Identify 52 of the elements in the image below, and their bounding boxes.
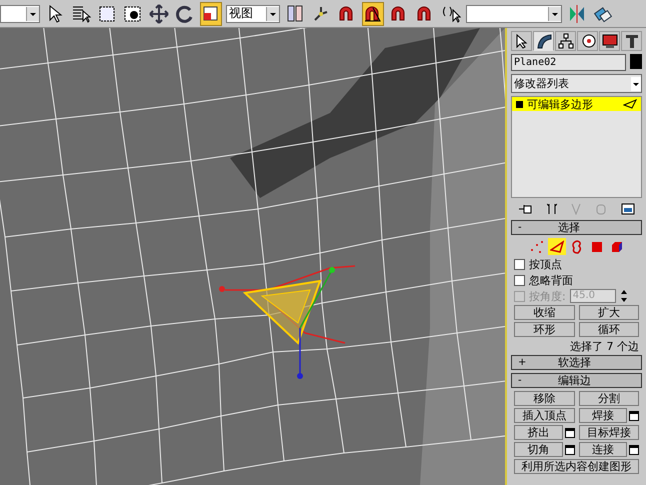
panel-button[interactable]: 扩大 — [578, 305, 639, 320]
panel-button[interactable]: 插入顶点 — [514, 408, 574, 423]
configure-sets-icon[interactable] — [620, 203, 635, 215]
show-end-result-icon[interactable] — [546, 203, 557, 215]
rollout-header[interactable]: - 选择 — [511, 220, 642, 235]
settings-icon[interactable] — [629, 410, 639, 420]
panel-button[interactable]: 分割 — [578, 391, 639, 406]
pin-stack-icon[interactable] — [518, 203, 532, 215]
panel-button[interactable]: 循环 — [578, 322, 639, 337]
checkbox-label: 忽略背面 — [529, 272, 573, 288]
move-tool-icon[interactable] — [148, 2, 170, 26]
dropdown[interactable]: 视图 — [226, 4, 280, 22]
hierarchy-tab-icon[interactable] — [555, 31, 576, 51]
panel-button[interactable]: 切角 — [514, 442, 562, 457]
settings-icon[interactable] — [564, 444, 574, 454]
utilities-tab-icon[interactable] — [621, 31, 642, 51]
panel-button[interactable]: 收缩 — [514, 305, 574, 320]
remove-modifier-icon — [596, 203, 606, 215]
object-name-field[interactable]: Plane02 — [511, 54, 626, 71]
dropdown[interactable] — [466, 4, 562, 22]
dropdown[interactable] — [0, 4, 40, 22]
selection-status-text: 选择了 7 个边 — [569, 339, 639, 352]
stack-item[interactable]: 可编辑多边形 — [512, 97, 641, 111]
rollout-header[interactable]: + 软选择 — [511, 355, 642, 370]
checkbox[interactable] — [514, 258, 525, 270]
panel-button[interactable]: 连接 — [578, 442, 627, 457]
spinner-arrows-icon[interactable] — [620, 289, 628, 303]
edge-level-icon[interactable] — [548, 238, 566, 255]
panel-button[interactable]: 环形 — [514, 322, 574, 337]
panel-button[interactable]: 挤出 — [514, 425, 562, 440]
settings-icon[interactable] — [629, 444, 639, 454]
rollout-header[interactable]: - 编辑边 — [511, 373, 642, 388]
mesh-drawing[interactable] — [0, 28, 505, 485]
modify-tab-icon[interactable] — [533, 31, 554, 51]
triangle-icon — [623, 99, 637, 109]
checkbox-label: 按顶点 — [529, 256, 562, 272]
motion-tab-icon[interactable] — [577, 31, 598, 51]
object-color-swatch[interactable] — [630, 54, 642, 69]
modifier-list-dropdown[interactable]: 修改器列表 — [511, 74, 642, 93]
display-tab-icon[interactable] — [599, 31, 620, 51]
create-tab-icon[interactable] — [511, 31, 532, 51]
angle-snap-tool-icon[interactable] — [362, 2, 384, 26]
panel-button[interactable]: 焊接 — [578, 408, 627, 423]
checkbox[interactable] — [514, 274, 525, 286]
panel-button[interactable]: 目标焊接 — [578, 425, 639, 440]
settings-icon[interactable] — [564, 428, 574, 438]
panel-button[interactable]: 移除 — [514, 391, 574, 406]
transform-gizmo-drawing[interactable] — [219, 265, 356, 379]
window-tool-icon[interactable] — [200, 2, 222, 26]
checkbox-label: 按角度: — [529, 288, 566, 304]
make-unique-icon — [571, 203, 582, 215]
panel-button[interactable]: 利用所选内容创建图形 — [514, 459, 639, 474]
